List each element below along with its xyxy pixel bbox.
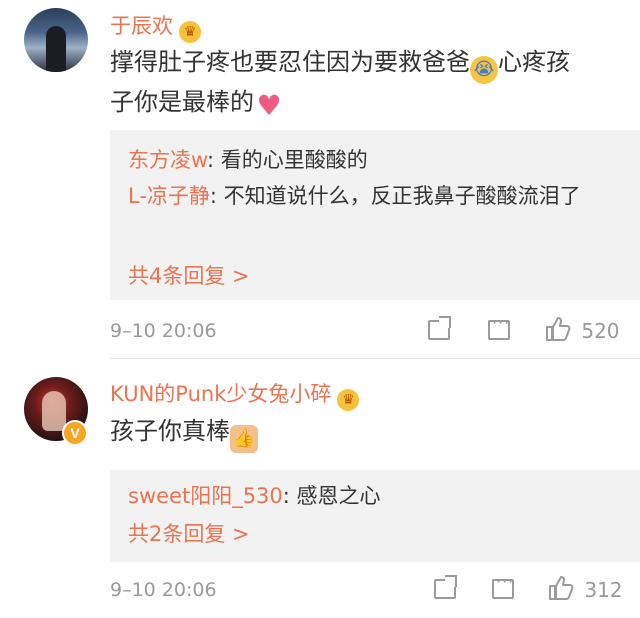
thumbs-up-icon: [546, 317, 571, 341]
comment-icon: [488, 313, 510, 340]
like-button[interactable]: 520: [545, 316, 620, 343]
reply-username[interactable]: L-凉子静: [128, 184, 210, 208]
like-button[interactable]: 312: [548, 575, 623, 602]
thumbs-up-emoji-icon: 👍: [230, 425, 258, 453]
like-count: 312: [584, 578, 623, 602]
username-link[interactable]: 于辰欢: [110, 14, 173, 38]
crown-badge-icon: ♛: [179, 21, 201, 43]
reply-box: sweet阳阳_530: 感恩之心 共2条回复 >: [110, 470, 640, 562]
reply-text: : 不知道说什么，反正我鼻子酸酸流泪了: [209, 184, 581, 208]
comment-divider: [110, 358, 640, 359]
share-icon: [434, 575, 457, 599]
reply-username[interactable]: sweet阳阳_530: [128, 484, 283, 508]
reply-box: 东方凌w: 看的心里酸酸的 L-凉子静: 不知道说什么，反正我鼻子酸酸流泪了 共…: [110, 130, 640, 300]
username-link[interactable]: KUN的Punk少女兔小碎: [110, 382, 331, 406]
more-replies-link[interactable]: 共2条回复 >: [128, 518, 250, 548]
crown-badge-icon: ♛: [337, 389, 360, 411]
thumbs-up-icon: [549, 576, 574, 600]
reply-item: 东方凌w: 看的心里酸酸的: [128, 144, 368, 174]
heart-emoji-icon: ♥: [256, 89, 282, 122]
comment-text: 孩子你真棒 👍: [110, 413, 615, 453]
comment-username[interactable]: 于辰欢 ♛: [110, 10, 201, 43]
reply-text: : 看的心里酸酸的: [207, 148, 368, 172]
comment-timestamp: 9–10 20:06: [110, 579, 217, 601]
avatar[interactable]: [24, 8, 88, 72]
comment-text-tail: 心疼孩: [498, 48, 570, 76]
more-replies-link[interactable]: 共4条回复 >: [128, 260, 250, 290]
comment-button[interactable]: [492, 572, 514, 604]
comment-timestamp: 9–10 20:06: [110, 320, 217, 342]
comment-text-line: 孩子你真棒: [110, 417, 230, 445]
comment-icon: [492, 572, 514, 599]
like-count: 520: [581, 319, 620, 343]
verified-v-icon: V: [62, 420, 88, 446]
share-icon: [428, 316, 451, 340]
reply-username[interactable]: 东方凌w: [128, 148, 207, 172]
comment-text-line2: 子你是最棒的: [110, 88, 254, 116]
comment-text-line: 撑得肚子疼也要忍住因为要救爸爸: [110, 48, 470, 76]
share-button[interactable]: [428, 316, 451, 345]
reply-item: L-凉子静: 不知道说什么，反正我鼻子酸酸流泪了: [128, 180, 618, 213]
comment-button[interactable]: [488, 313, 510, 345]
share-button[interactable]: [434, 575, 457, 604]
reply-text: : 感恩之心: [282, 484, 381, 508]
reply-item: sweet阳阳_530: 感恩之心: [128, 480, 381, 510]
crying-emoji-icon: 😭: [470, 56, 498, 84]
comment-username[interactable]: KUN的Punk少女兔小碎 ♛: [110, 378, 360, 411]
comment-text: 撑得肚子疼也要忍住因为要救爸爸 😭 心疼孩 子你是最棒的♥: [110, 44, 615, 121]
